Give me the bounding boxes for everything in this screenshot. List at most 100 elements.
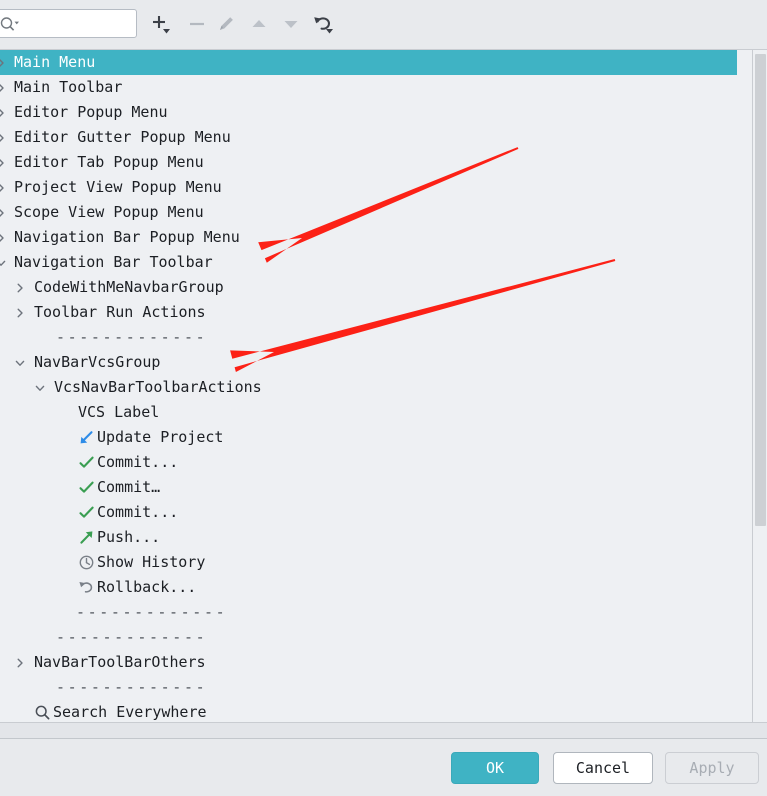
tree-row-label: VCS Label: [78, 403, 160, 421]
separator-dashes: -------------: [56, 328, 208, 346]
tree-row-label: Commit...: [97, 503, 179, 521]
push-arrow-icon-wrap: [78, 525, 95, 550]
remove-button: [182, 9, 212, 39]
tree-row-label: Editor Tab Popup Menu: [14, 153, 204, 171]
action-tree-panel[interactable]: Main Menu Main Toolbar Editor Popup Menu Ed…: [0, 49, 757, 723]
tree-row-label: Editor Popup Menu: [14, 103, 168, 121]
chevron-right-icon[interactable]: [0, 75, 8, 100]
chevron-right-icon[interactable]: [0, 50, 8, 75]
tree-row-label: Commit...: [97, 453, 179, 471]
tree-row[interactable]: Push...: [0, 525, 737, 550]
commit-check-icon: [79, 481, 94, 493]
tree-row-label: Project View Popup Menu: [14, 178, 222, 196]
chevron-down-icon[interactable]: [33, 375, 47, 400]
tree-row[interactable]: CodeWithMeNavbarGroup: [0, 275, 737, 300]
push-arrow-icon: [80, 531, 93, 544]
chevron-right-icon[interactable]: [0, 100, 8, 125]
tree-separator: -------------: [0, 675, 737, 700]
tree-row[interactable]: Rollback...: [0, 575, 737, 600]
apply-button: Apply: [665, 752, 759, 784]
commit-check-icon-wrap: [78, 450, 95, 475]
search-field[interactable]: [0, 9, 137, 38]
tree-row[interactable]: NavBarVcsGroup: [0, 350, 737, 375]
tree-row[interactable]: Search Everywhere: [0, 700, 737, 722]
commit-check-icon: [79, 456, 94, 468]
tree-row-label: Navigation Bar Toolbar: [14, 253, 213, 271]
chevron-right-icon[interactable]: [13, 650, 27, 675]
tree-row[interactable]: VcsNavBarToolbarActions: [0, 375, 737, 400]
chevron-down-icon[interactable]: [13, 350, 27, 375]
tree-toolbar: [0, 0, 767, 47]
tree-row-label: VcsNavBarToolbarActions: [54, 378, 262, 396]
chevron-right-icon[interactable]: [0, 150, 8, 175]
tree-row[interactable]: Main Menu: [0, 50, 737, 75]
minus-icon: [190, 22, 204, 26]
search-icon-wrap: [34, 700, 51, 722]
tree-row-label: Toolbar Run Actions: [34, 303, 206, 321]
tree-row[interactable]: Main Toolbar: [0, 75, 737, 100]
tree-row-label: Scope View Popup Menu: [14, 203, 204, 221]
triangle-down-icon: [284, 21, 298, 28]
tree-separator: -------------: [0, 600, 737, 625]
chevron-right-icon[interactable]: [0, 125, 8, 150]
update-project-icon: [80, 431, 93, 444]
tree-row-label: Search Everywhere: [53, 703, 207, 721]
chevron-right-icon[interactable]: [0, 225, 8, 250]
add-button[interactable]: [147, 9, 177, 39]
tree-row-label: Rollback...: [97, 578, 197, 596]
chevron-down-icon[interactable]: [0, 250, 8, 275]
dialog-footer: OK Cancel Apply: [0, 740, 767, 796]
separator-dashes: -------------: [76, 603, 228, 621]
update-project-icon-wrap: [78, 425, 95, 450]
tree-row-label: CodeWithMeNavbarGroup: [34, 278, 224, 296]
plus-icon: [153, 16, 170, 34]
commit-check-icon-wrap: [78, 475, 95, 500]
tree-row-label: Show History: [97, 553, 206, 571]
tree-row[interactable]: Show History: [0, 550, 737, 575]
vertical-scrollbar[interactable]: [752, 49, 767, 723]
tree-row[interactable]: Scope View Popup Menu: [0, 200, 737, 225]
tree-row[interactable]: Editor Gutter Popup Menu: [0, 125, 737, 150]
settings-dialog: Main Menu Main Toolbar Editor Popup Menu Ed…: [0, 0, 767, 796]
separator-dashes: -------------: [56, 628, 208, 646]
pencil-icon: [220, 17, 233, 30]
tree-row[interactable]: VCS Label: [0, 400, 737, 425]
search-input[interactable]: [20, 16, 124, 31]
tree-row[interactable]: Navigation Bar Toolbar: [0, 250, 737, 275]
vertical-scrollbar-thumb[interactable]: [755, 54, 766, 526]
tree-separator: -------------: [0, 325, 737, 350]
clock-icon-wrap: [78, 550, 95, 575]
tree-row-label: Main Menu: [14, 53, 96, 71]
chevron-right-icon[interactable]: [13, 300, 27, 325]
move-down-button: [276, 9, 306, 39]
tree-row[interactable]: Update Project: [0, 425, 737, 450]
chevron-right-icon[interactable]: [0, 200, 8, 225]
tree-row[interactable]: Navigation Bar Popup Menu: [0, 225, 737, 250]
ok-button[interactable]: OK: [451, 752, 539, 784]
tree-row[interactable]: Commit...: [0, 450, 737, 475]
tree-row-label: NavBarVcsGroup: [34, 353, 161, 371]
tree-row[interactable]: Commit…: [0, 475, 737, 500]
tree-row-label: NavBarToolBarOthers: [34, 653, 206, 671]
tree-row[interactable]: Commit...: [0, 500, 737, 525]
search-icon: [0, 16, 20, 32]
chevron-right-icon[interactable]: [13, 275, 27, 300]
move-up-button: [244, 9, 274, 39]
tree-row[interactable]: Editor Popup Menu: [0, 100, 737, 125]
tree-row-label: Navigation Bar Popup Menu: [14, 228, 240, 246]
tree-separator: -------------: [0, 625, 737, 650]
clock-icon: [79, 555, 94, 570]
tree-row[interactable]: Editor Tab Popup Menu: [0, 150, 737, 175]
horizontal-scrollbar[interactable]: [0, 723, 767, 739]
chevron-right-icon[interactable]: [0, 175, 8, 200]
edit-button: [211, 9, 241, 39]
commit-check-icon: [79, 506, 94, 518]
revert-arrow-icon: [314, 17, 333, 34]
cancel-button[interactable]: Cancel: [553, 752, 653, 784]
revert-button[interactable]: [310, 9, 340, 39]
tree-row-label: Editor Gutter Popup Menu: [14, 128, 231, 146]
tree-row[interactable]: Project View Popup Menu: [0, 175, 737, 200]
rollback-icon-wrap: [78, 575, 95, 600]
tree-row[interactable]: NavBarToolBarOthers: [0, 650, 737, 675]
tree-row[interactable]: Toolbar Run Actions: [0, 300, 737, 325]
